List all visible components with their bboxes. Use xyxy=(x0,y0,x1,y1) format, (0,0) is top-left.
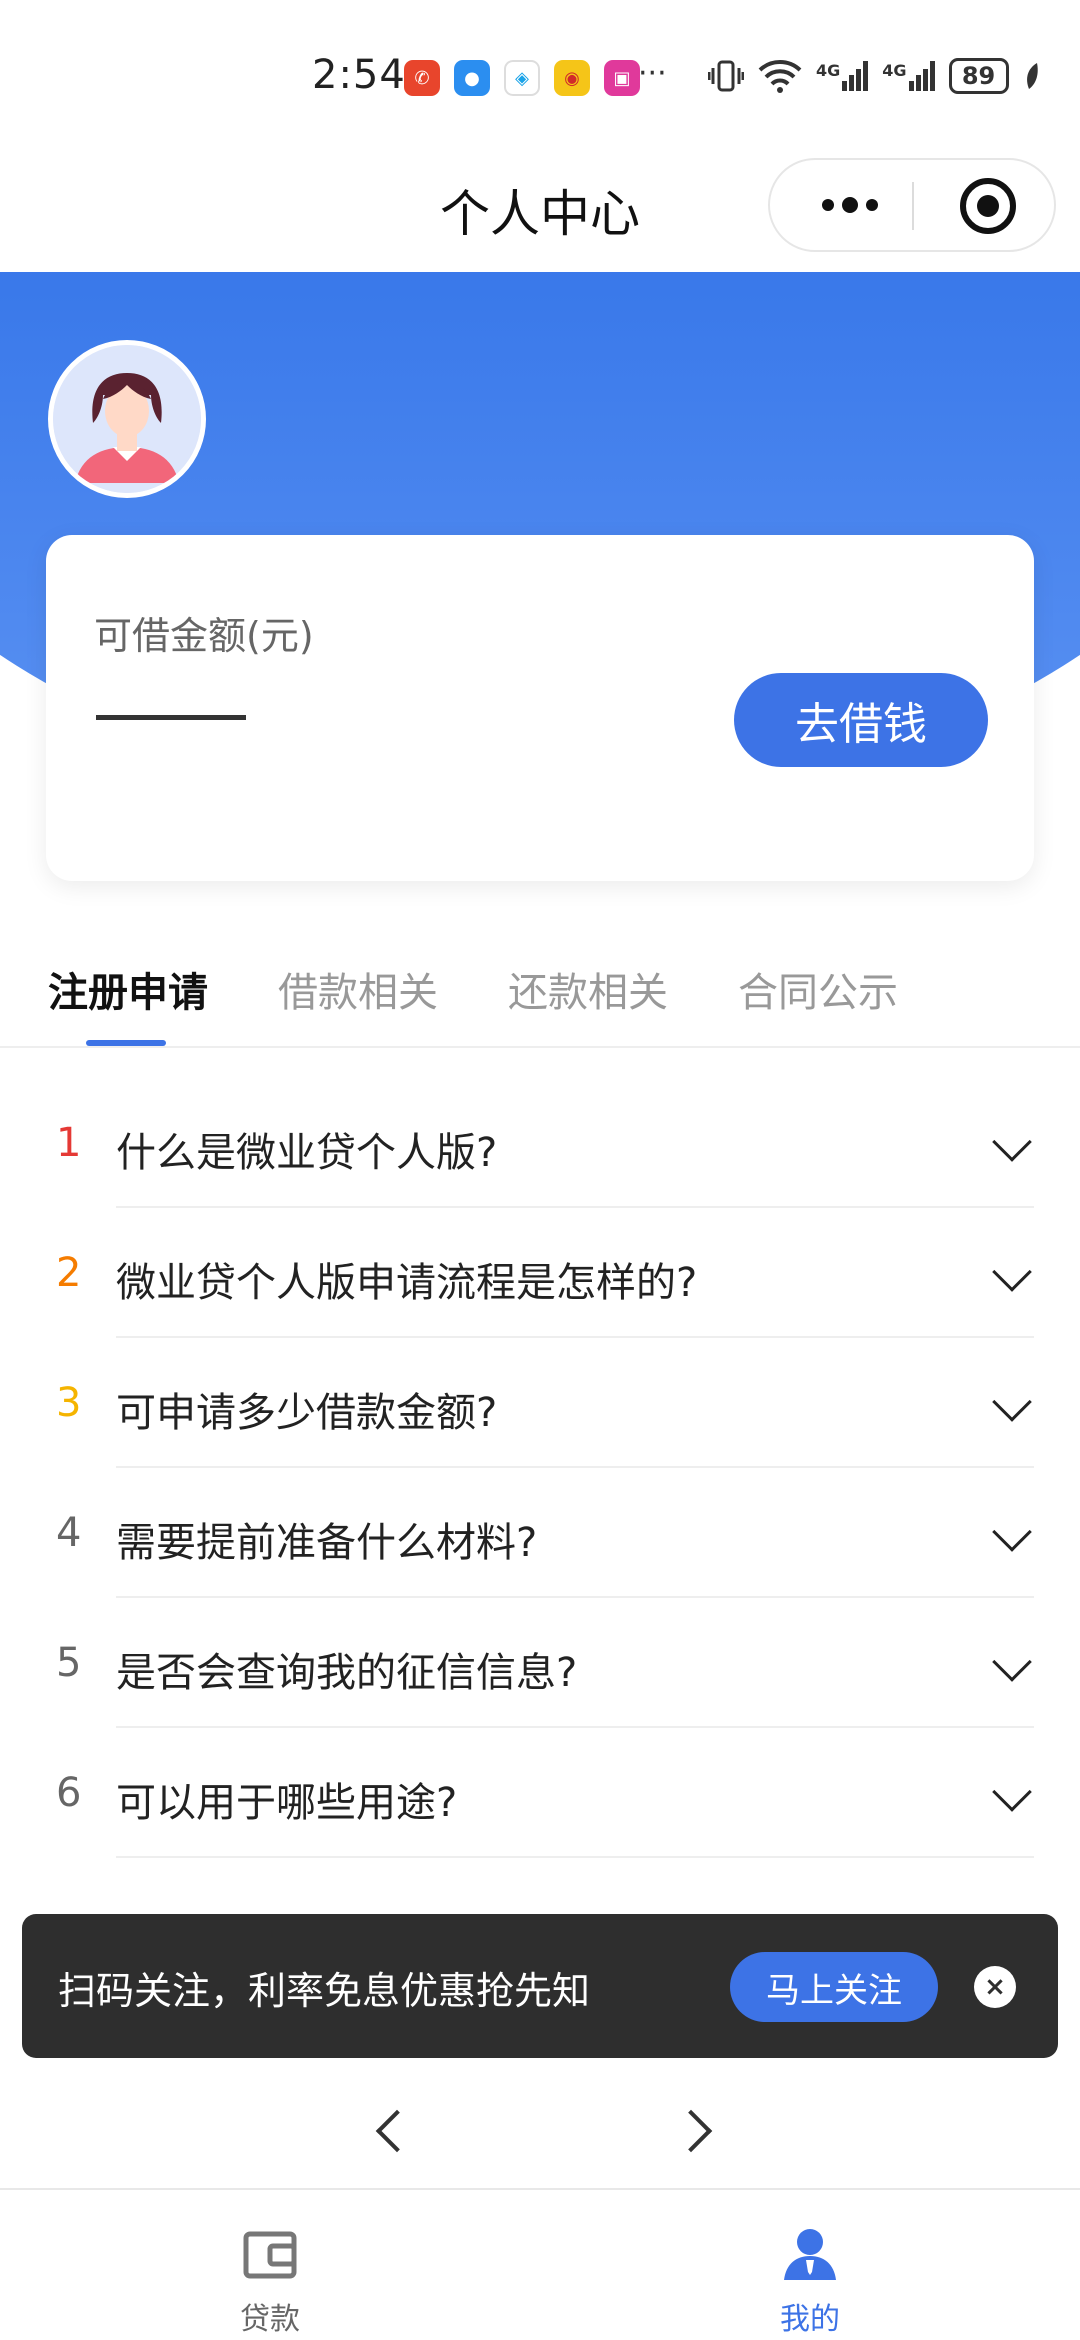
divider xyxy=(116,1856,1034,1858)
faq-list: 1 什么是微业贷个人版? 2 微业贷个人版申请流程是怎样的? 3 可申请多少借款… xyxy=(0,1078,1080,1858)
weibo-icon: ◉ xyxy=(554,60,590,96)
active-tab-indicator xyxy=(86,1040,166,1046)
status-time: 2:54 xyxy=(312,52,406,98)
faq-question: 需要提前准备什么材料? xyxy=(116,1520,538,1566)
network-type-1: 4G xyxy=(816,61,841,80)
faq-number: 6 xyxy=(56,1770,82,1816)
avatar-icon xyxy=(53,345,201,493)
battery-icon: 89 xyxy=(948,58,1009,94)
borrow-button[interactable]: 去借钱 xyxy=(734,673,988,767)
chevron-down-icon[interactable] xyxy=(992,1642,1032,1682)
chevron-down-icon[interactable] xyxy=(992,1382,1032,1422)
close-icon[interactable]: × xyxy=(974,1966,1016,2008)
more-notifications-icon: ··· xyxy=(638,56,667,91)
faq-number: 5 xyxy=(56,1640,82,1686)
notification-icons: ✆ ● ◈ ◉ ▣ xyxy=(404,60,640,96)
chevron-right-icon[interactable] xyxy=(669,2109,713,2153)
faq-item[interactable]: 2 微业贷个人版申请流程是怎样的? xyxy=(0,1208,1080,1338)
missed-call-icon: ✆ xyxy=(404,60,440,96)
china-mobile-icon: ◈ xyxy=(504,60,540,96)
mini-program-capsule xyxy=(768,158,1056,252)
tab-borrowing[interactable]: 借款相关 xyxy=(278,960,438,1018)
wifi-icon xyxy=(758,60,802,93)
faq-question: 可以用于哪些用途? xyxy=(116,1780,458,1826)
faq-tabs: 注册申请 借款相关 还款相关 合同公示 xyxy=(0,940,1080,1048)
bottom-tab-bar: 贷款 我的 xyxy=(0,2188,1080,2340)
faq-number: 2 xyxy=(56,1250,82,1296)
shopping-app-icon: ▣ xyxy=(604,60,640,96)
system-icons: 4G 4G 89 xyxy=(708,58,1041,94)
user-icon xyxy=(784,2229,836,2280)
network-type-2: 4G xyxy=(882,61,907,80)
signal-2-icon: 4G xyxy=(882,61,935,91)
chevron-down-icon[interactable] xyxy=(992,1512,1032,1552)
more-options-icon[interactable] xyxy=(810,160,890,250)
faq-item[interactable]: 6 可以用于哪些用途? xyxy=(0,1728,1080,1858)
chevron-down-icon[interactable] xyxy=(992,1772,1032,1812)
faq-item[interactable]: 5 是否会查询我的征信信息? xyxy=(0,1598,1080,1728)
credit-limit-label: 可借金额(元) xyxy=(94,614,314,658)
faq-number: 1 xyxy=(56,1120,82,1166)
faq-question: 微业贷个人版申请流程是怎样的? xyxy=(116,1260,698,1306)
credit-amount-placeholder xyxy=(96,715,246,720)
tab-repayment[interactable]: 还款相关 xyxy=(508,960,668,1018)
capsule-divider xyxy=(912,182,914,230)
follow-banner: 扫码关注，利率免息优惠抢先知 马上关注 × xyxy=(22,1914,1058,2058)
tab-registration[interactable]: 注册申请 xyxy=(48,960,208,1018)
chevron-down-icon[interactable] xyxy=(992,1252,1032,1292)
faq-item[interactable]: 4 需要提前准备什么材料? xyxy=(0,1468,1080,1598)
close-mini-program-icon[interactable] xyxy=(960,178,1016,234)
tabbar-label: 贷款 xyxy=(240,2302,300,2337)
faq-item[interactable]: 1 什么是微业贷个人版? xyxy=(0,1078,1080,1208)
faq-number: 4 xyxy=(56,1510,82,1556)
wallet-icon xyxy=(243,2231,297,2279)
message-icon: ● xyxy=(454,60,490,96)
credit-card: 可借金额(元) 去借钱 xyxy=(46,535,1034,881)
faq-question: 是否会查询我的征信信息? xyxy=(116,1650,578,1696)
tab-contracts[interactable]: 合同公示 xyxy=(738,960,898,1018)
chevron-down-icon[interactable] xyxy=(992,1122,1032,1162)
avatar[interactable] xyxy=(48,340,206,498)
faq-question: 可申请多少借款金额? xyxy=(116,1390,498,1436)
leaf-icon xyxy=(1026,63,1038,89)
vibrate-icon xyxy=(708,60,744,92)
title-bar: 个人中心 xyxy=(0,150,1080,272)
tabbar-label: 我的 xyxy=(780,2302,840,2337)
faq-number: 3 xyxy=(56,1380,82,1426)
tabbar-item-loans[interactable]: 贷款 xyxy=(0,2190,540,2340)
faq-item[interactable]: 3 可申请多少借款金额? xyxy=(0,1338,1080,1468)
tabbar-item-me[interactable]: 我的 xyxy=(540,2190,1080,2340)
signal-1-icon: 4G xyxy=(816,61,869,91)
follow-button[interactable]: 马上关注 xyxy=(730,1952,938,2022)
banner-text: 扫码关注，利率免息优惠抢先知 xyxy=(58,1969,591,2013)
faq-question: 什么是微业贷个人版? xyxy=(116,1130,498,1176)
chevron-left-icon[interactable] xyxy=(375,2109,419,2153)
status-bar: 2:54 ✆ ● ◈ ◉ ▣ ··· 4G 4G 89 xyxy=(0,0,1080,150)
